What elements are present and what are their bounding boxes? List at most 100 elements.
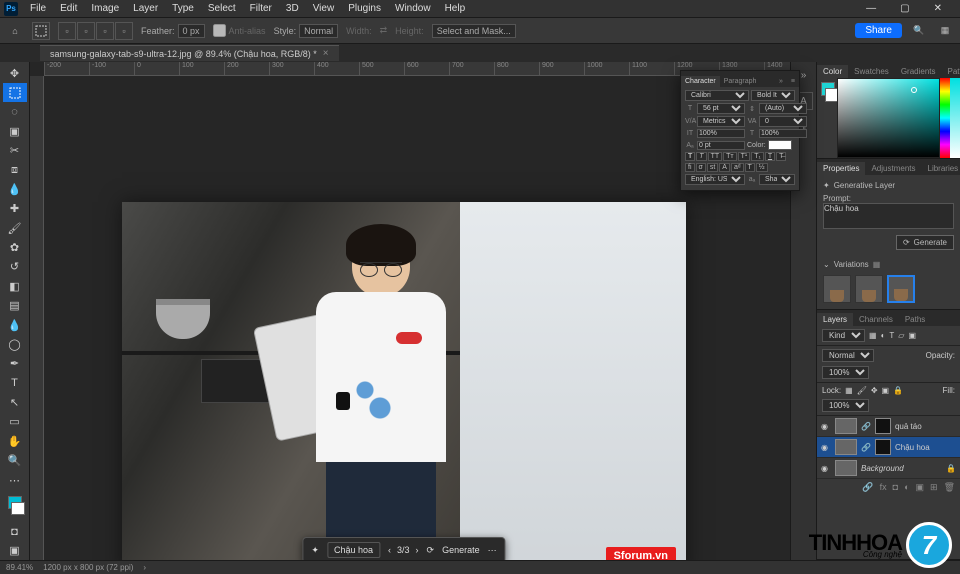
edit-toolbar[interactable]: ⋯ [3,471,27,489]
variation-3[interactable] [887,275,915,303]
path-tool[interactable]: ↖ [3,393,27,411]
menu-edit[interactable]: Edit [54,1,83,16]
antialias-select[interactable]: Sharp [759,174,795,185]
dodge-tool[interactable]: ◯ [3,335,27,353]
generate-button[interactable]: ⟳Generate [896,235,954,250]
selection-subtract-icon[interactable]: ▫ [96,22,114,40]
gradient-tool[interactable]: ▤ [3,297,27,315]
new-layer-icon[interactable]: ⊞ [930,482,938,493]
hue-slider[interactable] [940,78,950,158]
underline-button[interactable]: T [765,152,775,161]
status-chevron-icon[interactable]: › [143,563,146,572]
layer-fx-icon[interactable]: fx [880,482,887,493]
tab-properties[interactable]: Properties [817,162,865,175]
ot-titling-button[interactable]: A [719,163,730,172]
selection-add-icon[interactable]: ▫ [77,22,95,40]
selection-new-icon[interactable]: ▫ [58,22,76,40]
menu-filter[interactable]: Filter [244,1,278,16]
opacity-input[interactable]: 100% [822,366,869,379]
menu-image[interactable]: Image [85,1,125,16]
character-panel[interactable]: Character Paragraph » ≡ CalibriBold Ital… [680,70,800,191]
marquee-tool-icon[interactable] [32,22,50,40]
quickmask-tool[interactable]: ◘ [3,522,27,540]
hand-tool[interactable]: ✋ [3,432,27,450]
shape-tool[interactable]: ▭ [3,413,27,431]
history-brush-tool[interactable]: ↺ [3,258,27,276]
filter-smart-icon[interactable]: ▣ [908,331,916,340]
layer-name[interactable]: Chậu hoa [895,443,956,452]
menu-window[interactable]: Window [389,1,437,16]
menu-type[interactable]: Type [166,1,200,16]
frame-tool[interactable]: ⧈ [3,161,27,179]
layer-filter-kind[interactable]: Kind [822,329,865,342]
layer-thumbnail[interactable] [835,439,857,455]
variation-1[interactable] [823,275,851,303]
tab-channels[interactable]: Channels [853,313,899,326]
tab-layers[interactable]: Layers [817,313,853,326]
share-button[interactable]: Share [855,23,902,38]
layer-name[interactable]: Background [861,464,942,473]
allcaps-button[interactable]: TT [708,152,723,161]
select-and-mask-button[interactable]: Select and Mask... [432,24,516,38]
language-select[interactable]: English: USA [685,174,745,185]
search-icon[interactable]: 🔍 [910,22,928,40]
document-tab[interactable]: samsung-galaxy-tab-s9-ultra-12.jpg @ 89.… [40,45,339,61]
canvas-area[interactable]: -200-10001002003004005006007008009001000… [30,62,790,560]
screenmode-tool[interactable]: ▣ [3,542,27,560]
menu-help[interactable]: Help [439,1,472,16]
eraser-tool[interactable]: ◧ [3,277,27,295]
gen-regenerate-icon[interactable]: ⟳ [427,545,435,556]
close-icon[interactable]: ✕ [928,1,948,16]
zoom-tool[interactable]: 🔍 [3,452,27,470]
filter-shape-icon[interactable]: ▱ [898,331,904,340]
filter-pixel-icon[interactable]: ▦ [869,331,877,340]
minimize-icon[interactable]: — [860,1,882,16]
bold-button[interactable]: T [685,152,695,161]
move-tool[interactable]: ✥ [3,64,27,82]
object-select-tool[interactable]: ▣ [3,122,27,140]
tab-swatches[interactable]: Swatches [848,65,895,78]
layer-mask[interactable] [875,418,891,434]
crop-tool[interactable]: ✂ [3,142,27,160]
kerning-input[interactable]: Metrics [697,116,745,127]
brush-tool[interactable]: 🖌 [3,219,27,237]
trash-icon[interactable]: 🗑 [944,482,955,493]
subscript-button[interactable]: T₁ [751,152,764,161]
prompt-textarea[interactable]: Chậu hoa [823,203,954,229]
text-color-swatch[interactable] [768,140,792,150]
tab-paths[interactable]: Paths [899,313,931,326]
menu-3d[interactable]: 3D [280,1,305,16]
tab-color[interactable]: Color [817,65,848,78]
marquee-tool[interactable] [3,83,27,101]
ot-std-button[interactable]: σ [696,163,706,172]
adjustment-layer-icon[interactable]: ◐ [904,482,909,493]
ot-ordinals-button[interactable]: aᵈ [731,163,744,172]
variation-2[interactable] [855,275,883,303]
smallcaps-button[interactable]: Tᴛ [723,152,736,161]
layer-mask[interactable] [875,439,891,455]
font-size-input[interactable]: 56 pt [697,103,745,114]
link-layers-icon[interactable]: 🔗 [862,482,873,493]
menu-layer[interactable]: Layer [127,1,164,16]
ot-fractions-button[interactable]: ½ [756,163,768,172]
layer-thumbnail[interactable] [835,418,857,434]
superscript-button[interactable]: T¹ [738,152,751,161]
vscale-input[interactable] [697,129,745,138]
lock-artboard-icon[interactable]: ▣ [882,386,890,395]
maximize-icon[interactable]: ▢ [894,1,915,16]
group-icon[interactable]: ▣ [916,482,925,493]
brightness-slider[interactable] [950,78,960,158]
grid-view-icon[interactable]: ▦ [873,260,881,269]
visibility-icon[interactable]: ◉ [821,464,831,473]
color-picker-field[interactable] [837,78,940,158]
strikethrough-button[interactable]: T̶ [776,152,786,161]
font-style-select[interactable]: Bold Italic [751,90,795,101]
lock-image-icon[interactable]: 🖌 [857,386,867,395]
ot-stylistic-button[interactable]: T [745,163,755,172]
selection-intersect-icon[interactable]: ▫ [115,22,133,40]
panel-collapse-icon[interactable]: » [775,76,787,87]
filter-type-icon[interactable]: T [889,331,894,340]
menu-file[interactable]: File [24,1,52,16]
workspace-icon[interactable]: ▦ [936,22,954,40]
tab-adjustments[interactable]: Adjustments [865,162,921,175]
